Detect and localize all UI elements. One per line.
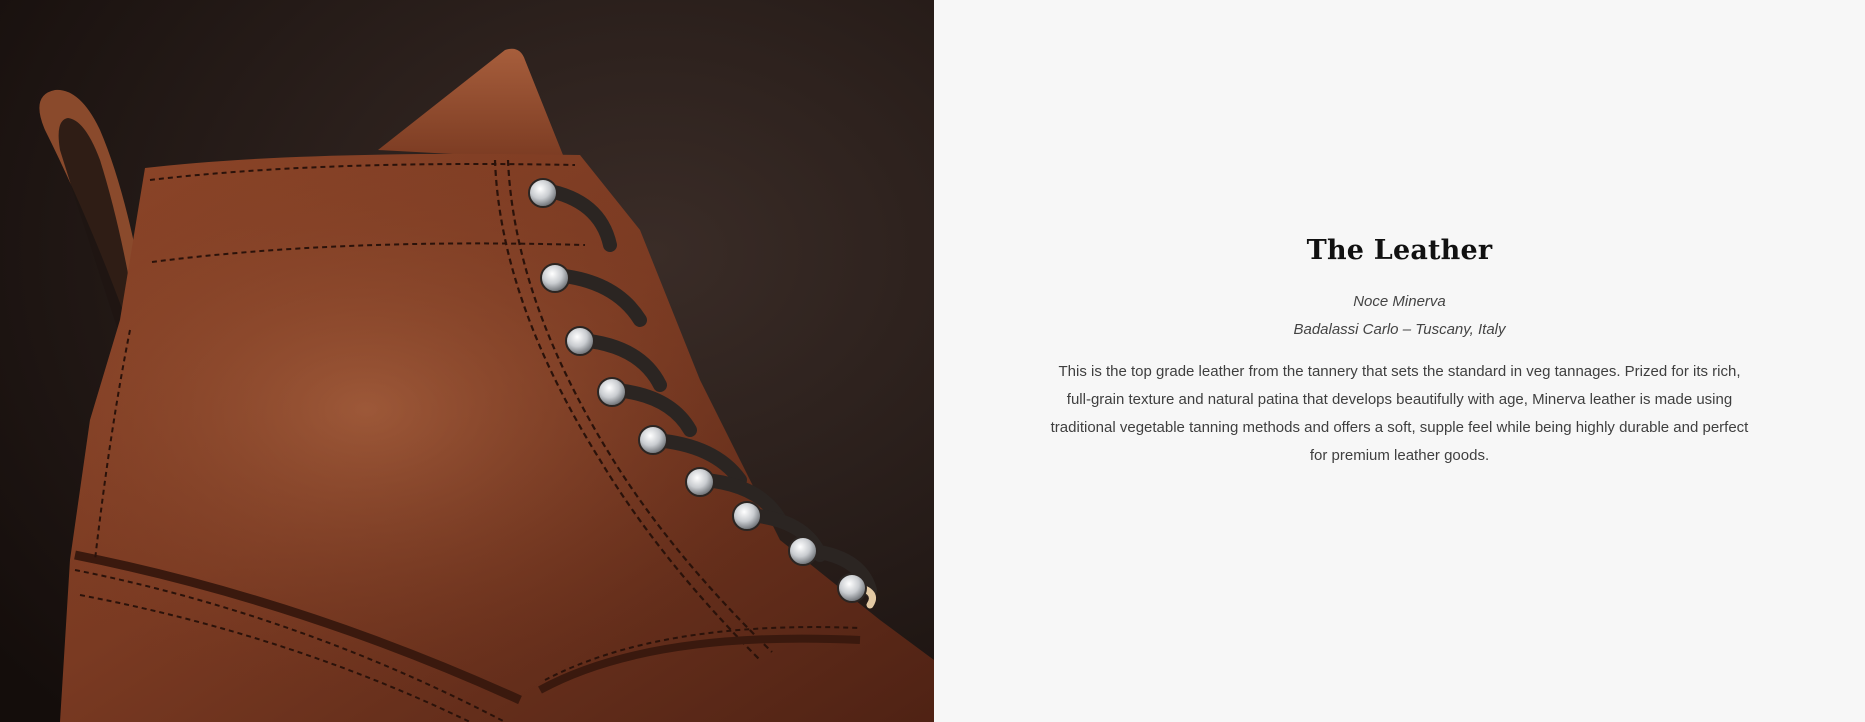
boot-image: [0, 0, 934, 722]
boot-illustration: [0, 0, 934, 722]
leather-info-panel: The Leather Noce Minerva Badalassi Carlo…: [934, 0, 1865, 722]
leather-name: Noce Minerva: [1353, 292, 1446, 310]
leather-section: The Leather Noce Minerva Badalassi Carlo…: [0, 0, 1865, 722]
leather-info: The Leather Noce Minerva Badalassi Carlo…: [1045, 236, 1755, 470]
section-title: The Leather: [1306, 235, 1493, 267]
leather-description: This is the top grade leather from the t…: [1050, 362, 1749, 464]
tannery-origin: Badalassi Carlo – Tuscany, Italy: [1293, 320, 1506, 338]
